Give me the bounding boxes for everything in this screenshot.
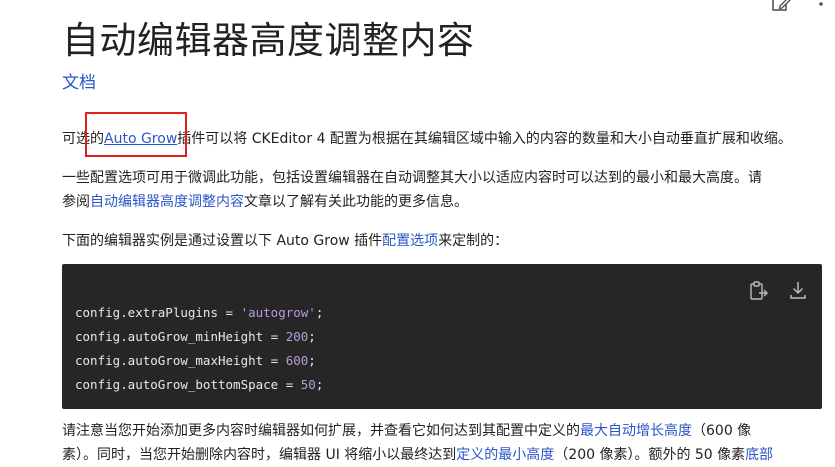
example-text-after: 来定制的： — [438, 233, 509, 249]
behavior2-text-after: （200 像素）。额外的 50 像素 — [554, 447, 746, 463]
code-line-bottom-space: config.autoGrow_bottomSpace = 50; — [75, 377, 323, 392]
code-key: config.autoGrow_minHeight = — [75, 329, 286, 344]
options-text-after: 文章以了解有关此功能的更多信息。 — [244, 194, 468, 210]
code-line-min-height: config.autoGrow_minHeight = 200; — [75, 329, 316, 344]
edit-icon[interactable] — [771, 0, 793, 14]
code-punct: ; — [308, 353, 316, 368]
min-height-link[interactable]: 定义的最小高度 — [456, 447, 554, 463]
copy-icon[interactable] — [748, 280, 768, 302]
behavior-text-after: （600 像 — [692, 423, 752, 439]
behavior-paragraph-line2: 素）。同时，当您开始删除内容时，编辑器 UI 将缩小以最终达到定义的最小高度（2… — [62, 443, 773, 467]
code-value: 600 — [285, 353, 309, 368]
auto-height-article-link[interactable]: 自动编辑器高度调整内容 — [90, 194, 244, 210]
max-auto-grow-height-link[interactable]: 最大自动增长高度 — [580, 423, 692, 439]
intro-text-after: 插件可以将 CKEditor 4 配置为根据在其编辑区域中输入的内容的数量和大小… — [177, 131, 792, 147]
bottom-space-link[interactable]: 底部 — [745, 447, 773, 463]
code-key: config.autoGrow_maxHeight = — [75, 353, 286, 368]
behavior2-text-before: 素）。同时，当您开始删除内容时，编辑器 UI 将缩小以最终达到 — [62, 447, 457, 463]
code-value: 'autogrow' — [240, 305, 316, 320]
download-icon[interactable] — [789, 280, 807, 300]
code-punct: ; — [315, 305, 324, 320]
example-text-before: 下面的编辑器实例是通过设置以下 Auto Grow 插件 — [62, 233, 383, 249]
code-punct: ; — [308, 329, 316, 344]
highlight-annotation-box — [85, 112, 187, 157]
code-value: 50 — [300, 377, 316, 392]
code-block: config.extraPlugins = 'autogrow'; config… — [62, 264, 822, 409]
options-paragraph-line2: 参阅自动编辑器高度调整内容文章以了解有关此功能的更多信息。 — [62, 190, 468, 214]
behavior-text-before: 请注意当您开始添加更多内容时编辑器如何扩展，并查看它如何达到其配置中定义的 — [62, 423, 580, 439]
example-intro-paragraph: 下面的编辑器实例是通过设置以下 Auto Grow 插件配置选项来定制的： — [62, 229, 508, 253]
options-paragraph-line1: 一些配置选项可用于微调此功能，包括设置编辑器在自动调整其大小以适应内容时可以达到… — [62, 170, 762, 186]
code-value: 200 — [285, 329, 309, 344]
code-key: config.autoGrow_bottomSpace = — [75, 377, 301, 392]
options-text-before: 参阅 — [62, 194, 90, 210]
behavior-paragraph-line1: 请注意当您开始添加更多内容时编辑器如何扩展，并查看它如何达到其配置中定义的最大自… — [62, 419, 751, 443]
documentation-link[interactable]: 文档 — [62, 68, 96, 93]
menu-icon[interactable] — [814, 0, 828, 12]
code-punct: ; — [315, 377, 324, 392]
code-line-max-height: config.autoGrow_maxHeight = 600; — [75, 353, 316, 368]
page-title: 自动编辑器高度调整内容 — [62, 19, 475, 62]
code-key: config.extraPlugins = — [75, 305, 241, 320]
config-options-link[interactable]: 配置选项 — [382, 233, 438, 249]
code-line-extra-plugins: config.extraPlugins = 'autogrow'; — [75, 305, 323, 320]
